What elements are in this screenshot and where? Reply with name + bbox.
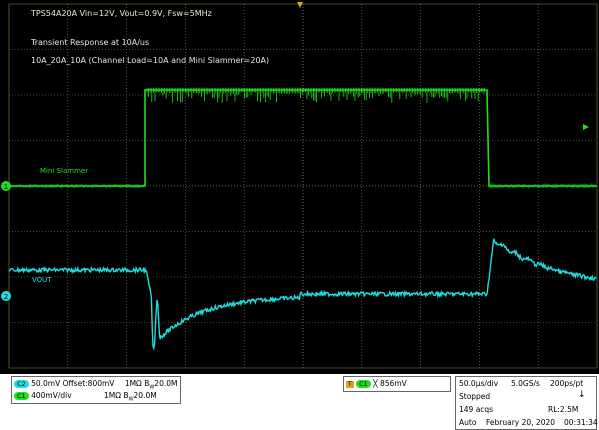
acquisition-panel[interactable]: 50.0µs/div 5.0GS/s 200ps/pt Stopped ↓ 14…: [455, 376, 598, 430]
sample-rate: 5.0GS/s: [511, 379, 540, 388]
channel-settings-panel[interactable]: C2 50.0mV Offset:800mV 1MΩ BW20.0M C1 40…: [11, 376, 181, 404]
record-length: RL:2.5M: [548, 405, 579, 414]
ch2-bandwidth: 20.0M: [154, 379, 178, 388]
ch1-waveform: [9, 89, 597, 187]
ch2-scale: 50.0mV: [31, 379, 61, 388]
ch2-ground-marker: 2: [1, 291, 11, 301]
ch2-impedance: 1MΩ: [124, 379, 142, 388]
ch1-settings-row[interactable]: C1 400mV/div 1MΩ BW20.0M: [14, 391, 157, 403]
acq-state: Stopped: [459, 392, 491, 401]
ch1-marker-text: 1: [4, 183, 8, 191]
ch1-bandwidth: 20.0M: [133, 391, 157, 400]
resolution: 200ps/pt: [550, 379, 584, 388]
ch2-trace-label: VOUT: [32, 276, 52, 284]
ch2-marker-text: 2: [4, 293, 8, 301]
ch2-offset: Offset:800mV: [62, 379, 115, 388]
ch2-settings-row[interactable]: C2 50.0mV Offset:800mV 1MΩ BW20.0M: [14, 379, 177, 391]
ch2-chip[interactable]: C2: [14, 380, 29, 388]
single-arrow-icon: ↓: [578, 390, 586, 400]
ch1-high-level-noise: [9, 88, 596, 189]
trigger-level-marker: [583, 124, 589, 130]
ch1-trace-label: Mini Slammer: [40, 167, 89, 175]
timebase: 50.0µs/div: [459, 379, 499, 388]
header-line-2: Transient Response at 10A/us: [31, 38, 150, 47]
ch1-impedance: 1MΩ: [104, 391, 122, 400]
header-line-3: 10A_20A_10A (Channel Load=10A and Mini S…: [31, 56, 270, 65]
trigger-source-chip[interactable]: C1: [356, 380, 371, 388]
trigger-marker-badge: T: [346, 381, 354, 388]
ch2-bw-icon: BW: [144, 379, 155, 391]
acq-count: 149 acqs: [459, 405, 494, 414]
ch1-bw-icon: BW: [123, 391, 134, 403]
header-line-1: TPS54A20A Vin=12V, Vout=0.9V, Fsw=5MHz: [31, 9, 212, 18]
ch1-chip[interactable]: C1: [14, 392, 29, 400]
ch1-ground-marker: 1: [1, 181, 11, 191]
date: February 20, 2020: [486, 418, 556, 427]
trigger-panel[interactable]: T C1 ╳ 856mV: [343, 376, 451, 392]
ch1-scale: 400mV/div: [31, 391, 72, 400]
status-bar: C2 50.0mV Offset:800mV 1MΩ BW20.0M C1 40…: [0, 374, 599, 430]
trigger-mode: Auto: [459, 418, 477, 427]
trigger-level: 856mV: [380, 379, 407, 388]
scope-screen: 1 2 TPS54A20A Vin=12V, Vout=0.9V, Fsw=5M…: [0, 0, 599, 374]
time: 00:31:34: [564, 418, 598, 427]
trigger-position-marker: [297, 2, 303, 8]
trigger-edge-icon: ╳: [373, 379, 378, 388]
